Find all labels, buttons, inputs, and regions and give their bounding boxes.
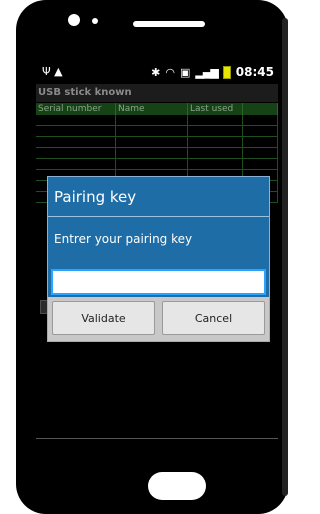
app-title: USB stick known: [36, 84, 278, 102]
warning-icon: ▲: [54, 65, 63, 78]
phone-edge: [282, 18, 288, 496]
battery-icon: [222, 65, 231, 79]
pairing-key-input[interactable]: [51, 269, 266, 295]
device-screen: Ψ ▲ ✱ ◠ ▣ ▂▄▆ 08:45 USB stick known Seri…: [36, 62, 278, 458]
home-button[interactable]: [148, 472, 206, 500]
front-camera-icon: [68, 14, 80, 26]
screen-divider: [36, 438, 278, 439]
status-bar: Ψ ▲ ✱ ◠ ▣ ▂▄▆ 08:45: [36, 62, 278, 84]
pairing-key-dialog: Pairing key Entrer your pairing key Vali…: [47, 176, 270, 342]
speaker-grill: [133, 21, 205, 27]
dialog-button-bar: Validate Cancel: [48, 297, 269, 341]
dialog-title: Pairing key: [48, 177, 269, 217]
validate-button[interactable]: Validate: [52, 301, 155, 335]
sensor-icon: [92, 18, 98, 24]
bluetooth-icon: ✱: [151, 65, 161, 79]
sdcard-icon: ▣: [180, 65, 191, 79]
wifi-icon: ◠: [165, 65, 175, 79]
signal-icon: ▂▄▆: [195, 65, 218, 79]
cancel-button[interactable]: Cancel: [162, 301, 265, 335]
usb-icon: Ψ: [42, 65, 51, 78]
dialog-message: Entrer your pairing key: [54, 232, 193, 246]
status-time: 08:45: [235, 65, 274, 79]
